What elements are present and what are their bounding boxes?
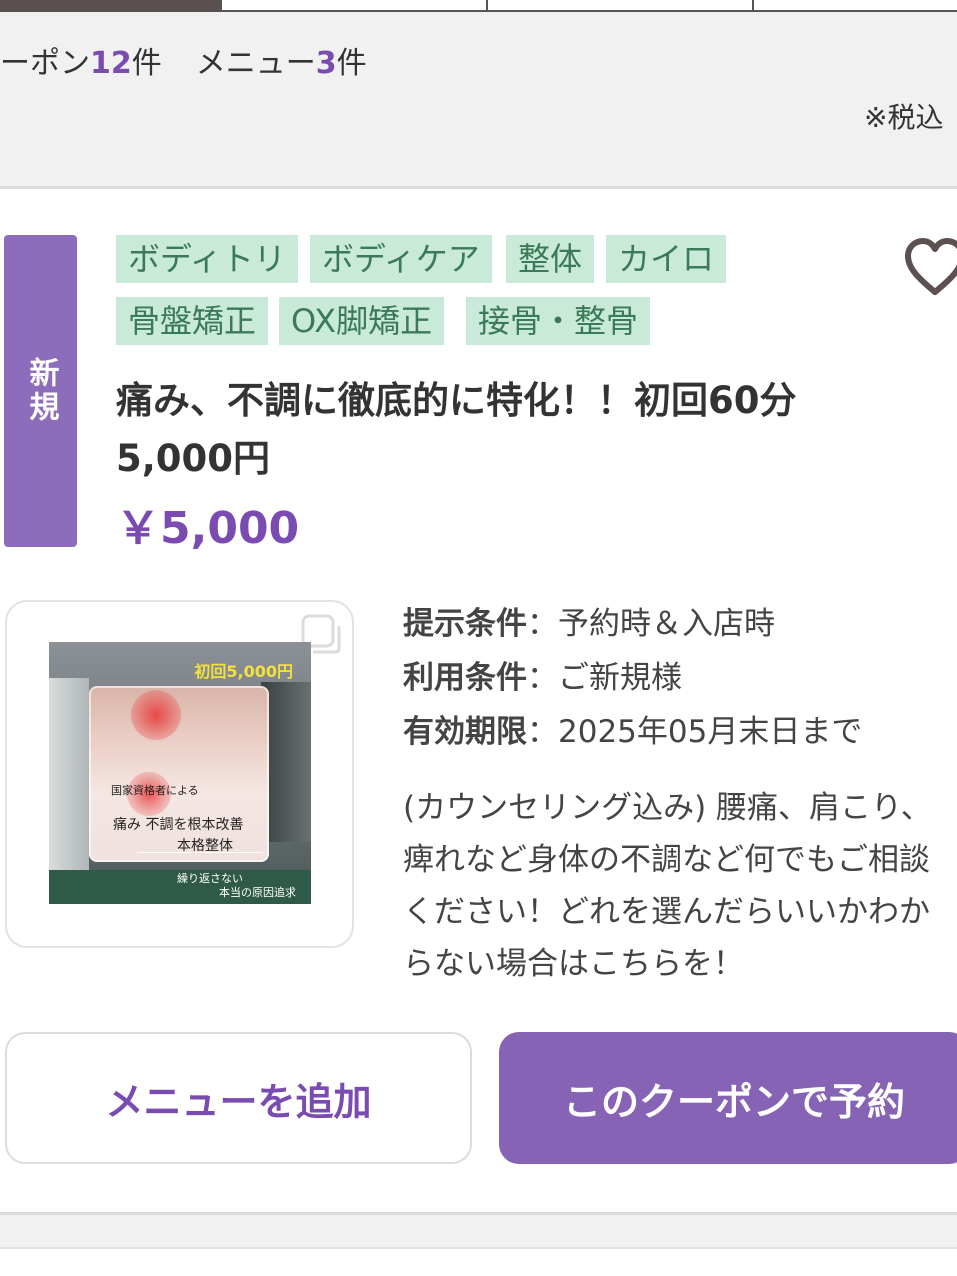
menu-count: 3 bbox=[315, 46, 337, 81]
tab-3[interactable] bbox=[486, 0, 754, 12]
photo-main-text: 痛み 不調を根本改善 bbox=[113, 817, 244, 833]
photo-qualification-text: 国家資格者による bbox=[111, 784, 199, 797]
photo-price-text: 初回5,000円 bbox=[194, 662, 293, 681]
tax-note: ※税込 bbox=[864, 101, 944, 134]
tag-chiropractic: カイロ bbox=[606, 235, 727, 283]
tag-ox-leg-correction: OX脚矯正 bbox=[279, 297, 445, 345]
photo-caption-2: 本当の原因追求 bbox=[219, 886, 296, 899]
tag-seitai: 整体 bbox=[506, 235, 595, 283]
condition-presentation: 提示条件：予約時＆入店時 bbox=[403, 606, 775, 642]
summary-bar: ーポン12件 メニュー3件 ※税込 bbox=[0, 0, 957, 189]
tag-bonesetting: 接骨・整骨 bbox=[466, 297, 651, 345]
new-customer-badge: 新規 bbox=[4, 235, 77, 547]
coupon-count-label: ーポン bbox=[0, 46, 90, 81]
result-counts: ーポン12件 メニュー3件 bbox=[0, 38, 367, 82]
coupon-count-unit: 件 bbox=[131, 46, 162, 81]
reserve-coupon-button[interactable]: このクーポンで予約 bbox=[499, 1032, 957, 1164]
coupon-count: 12 bbox=[90, 46, 132, 81]
tab-2[interactable] bbox=[220, 0, 488, 12]
coupon-description: (カウンセリング込み) 腰痛、肩こり、痺れなど身体の不調など何でもご相談ください… bbox=[403, 790, 932, 982]
add-menu-button[interactable]: メニューを追加 bbox=[5, 1032, 472, 1164]
section-divider bbox=[0, 1212, 957, 1249]
coupon-title: 痛み、不調に徹底的に特化！！初回60分5,000円 bbox=[116, 379, 797, 480]
menu-count-unit: 件 bbox=[336, 46, 367, 81]
tab-strip bbox=[0, 0, 957, 12]
coupon-image-card[interactable]: 初回5,000円 国家資格者による 痛み 不調を根本改善 本格整体 繰り返さない… bbox=[5, 600, 354, 948]
tab-4[interactable] bbox=[752, 0, 957, 12]
coupon-price: ￥5,000 bbox=[116, 503, 300, 554]
condition-usage: 利用条件：ご新規様 bbox=[403, 660, 682, 696]
tag-body-treatment: ボディトリ bbox=[116, 235, 298, 283]
menu-count-label: メニュー bbox=[195, 46, 316, 81]
coupon-photo: 初回5,000円 国家資格者による 痛み 不調を根本改善 本格整体 繰り返さない… bbox=[49, 642, 311, 904]
tag-body-care: ボディケア bbox=[310, 235, 492, 283]
tab-active[interactable] bbox=[0, 0, 224, 12]
heart-icon[interactable] bbox=[904, 236, 957, 298]
tag-pelvis-correction: 骨盤矯正 bbox=[116, 297, 269, 345]
condition-expiry: 有効期限：2025年05月末日まで bbox=[403, 714, 863, 750]
